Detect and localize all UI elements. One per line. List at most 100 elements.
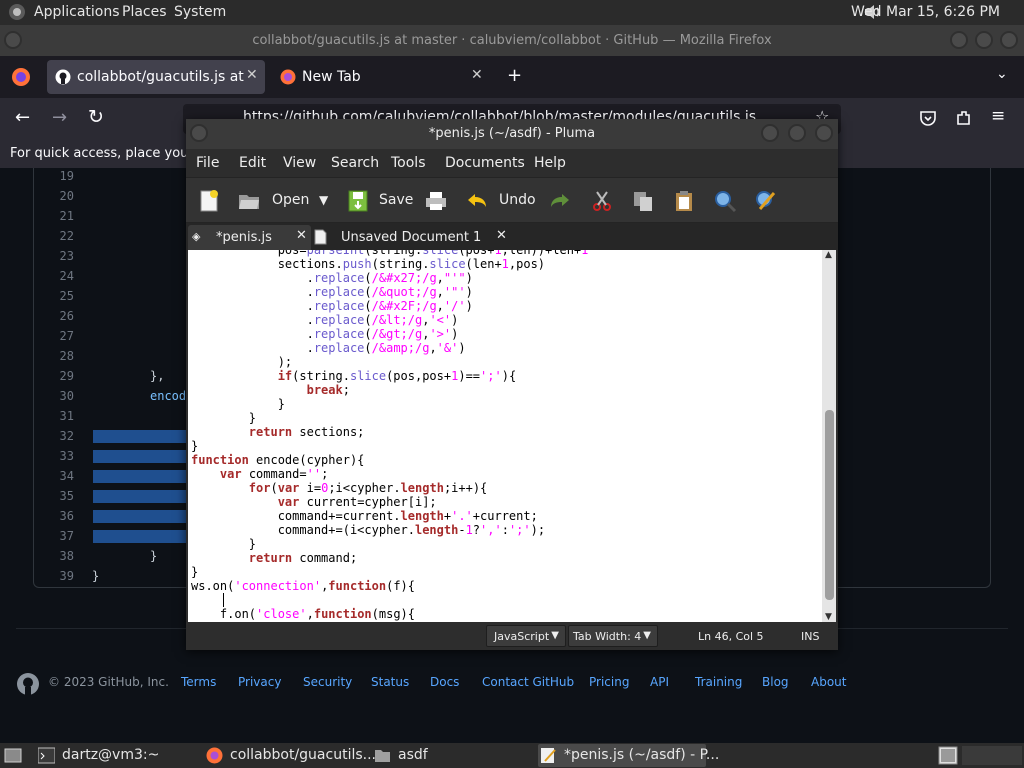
scroll-down-arrow-icon[interactable]: ▼ bbox=[825, 612, 832, 622]
close-window-button[interactable] bbox=[815, 124, 833, 142]
applications-menu[interactable]: Applications bbox=[34, 4, 120, 20]
line-number[interactable]: 29 bbox=[38, 369, 74, 383]
scrollbar-thumb[interactable] bbox=[825, 410, 834, 600]
tab-github[interactable]: collabbot/guacutils.js at mas ✕ bbox=[47, 60, 265, 94]
line-number[interactable]: 33 bbox=[38, 449, 74, 463]
footer-link-privacy[interactable]: Privacy bbox=[238, 675, 281, 689]
line-number[interactable]: 35 bbox=[38, 489, 74, 503]
doc-tab-penis-js[interactable]: ◈ *penis.js ✕ bbox=[188, 225, 311, 250]
code-line[interactable]: } bbox=[191, 397, 285, 411]
menu-edit[interactable]: Edit bbox=[239, 155, 266, 171]
code-line[interactable]: sections.push(string.slice(len+1,pos) bbox=[191, 257, 545, 271]
new-document-icon[interactable] bbox=[197, 189, 221, 213]
paste-icon[interactable] bbox=[672, 189, 696, 213]
footer-link-api[interactable]: API bbox=[650, 675, 669, 689]
line-number[interactable]: 32 bbox=[38, 429, 74, 443]
code-line[interactable]: f.on('close',function(msg){ bbox=[191, 607, 415, 621]
line-number[interactable]: 37 bbox=[38, 529, 74, 543]
line-number[interactable]: 39 bbox=[38, 569, 74, 583]
menu-help[interactable]: Help bbox=[534, 155, 566, 171]
forward-arrow-icon[interactable]: → bbox=[52, 107, 67, 128]
line-number[interactable]: 31 bbox=[38, 409, 74, 423]
close-window-button[interactable] bbox=[1000, 31, 1018, 49]
tab-width-selector[interactable]: Tab Width: 4 ▼ bbox=[568, 625, 658, 647]
text-editor-area[interactable]: pos=parseInt(string.slice(pos+1,len))+le… bbox=[188, 250, 822, 622]
code-line[interactable]: ); bbox=[191, 355, 292, 369]
line-number[interactable]: 34 bbox=[38, 469, 74, 483]
line-number[interactable]: 24 bbox=[38, 269, 74, 283]
code-line[interactable]: .replace(/&lt;/g,'<') bbox=[191, 313, 459, 327]
code-line[interactable]: .replace(/&gt;/g,'>') bbox=[191, 327, 459, 341]
places-menu[interactable]: Places bbox=[122, 4, 167, 20]
close-tab-icon[interactable]: ✕ bbox=[471, 67, 483, 83]
line-number[interactable]: 20 bbox=[38, 189, 74, 203]
footer-link-about[interactable]: About bbox=[811, 675, 846, 689]
code-line[interactable]: command+=(i<cypher.length-1?',':';'); bbox=[191, 523, 545, 537]
line-number[interactable]: 36 bbox=[38, 509, 74, 523]
find-icon[interactable] bbox=[713, 189, 737, 213]
show-desktop-icon[interactable] bbox=[4, 747, 22, 764]
code-line[interactable]: } bbox=[191, 439, 198, 453]
find-replace-icon[interactable] bbox=[754, 189, 778, 213]
line-number[interactable]: 23 bbox=[38, 249, 74, 263]
back-arrow-icon[interactable]: ← bbox=[15, 107, 30, 128]
applications-icon[interactable] bbox=[8, 3, 26, 21]
line-number[interactable]: 38 bbox=[38, 549, 74, 563]
maximize-button[interactable] bbox=[788, 124, 806, 142]
code-line[interactable]: } bbox=[191, 565, 198, 579]
taskbar-item-terminal[interactable]: dartz@vm3:~ bbox=[36, 744, 196, 767]
maximize-button[interactable] bbox=[975, 31, 993, 49]
workspace-switcher[interactable] bbox=[962, 746, 1022, 765]
taskbar-item-pluma[interactable]: *penis.js (~/asdf) - P... bbox=[538, 744, 719, 767]
open-recent-chevron-down-icon[interactable]: ▼ bbox=[319, 193, 328, 207]
code-line[interactable]: var current=cypher[i]; bbox=[191, 495, 437, 509]
menu-search[interactable]: Search bbox=[331, 155, 379, 171]
taskbar-item-folder[interactable]: asdf bbox=[372, 744, 532, 767]
code-line[interactable]: } bbox=[191, 411, 256, 425]
menu-documents[interactable]: Documents bbox=[445, 155, 525, 171]
list-tabs-chevron-icon[interactable]: ⌄ bbox=[996, 66, 1008, 82]
system-menu[interactable]: System bbox=[174, 4, 226, 20]
reload-icon[interactable]: ↻ bbox=[88, 106, 104, 128]
new-tab-plus-icon[interactable]: + bbox=[507, 65, 522, 86]
code-line[interactable]: } bbox=[191, 537, 256, 551]
footer-link-training[interactable]: Training bbox=[695, 675, 742, 689]
footer-link-status[interactable]: Status bbox=[371, 675, 409, 689]
footer-link-pricing[interactable]: Pricing bbox=[589, 675, 629, 689]
code-line[interactable]: function encode(cypher){ bbox=[191, 453, 364, 467]
menu-view[interactable]: View bbox=[283, 155, 316, 171]
line-number[interactable]: 30 bbox=[38, 389, 74, 403]
line-number[interactable]: 28 bbox=[38, 349, 74, 363]
language-selector[interactable]: JavaScript ▼ bbox=[486, 625, 566, 647]
line-number[interactable]: 25 bbox=[38, 289, 74, 303]
firefox-view-icon[interactable] bbox=[11, 67, 31, 87]
line-number[interactable]: 26 bbox=[38, 309, 74, 323]
code-line[interactable]: .replace(/&#x2F;/g,'/') bbox=[191, 299, 473, 313]
code-line[interactable]: break; bbox=[191, 383, 350, 397]
code-line[interactable]: return command; bbox=[191, 551, 357, 565]
tab-new-tab[interactable]: New Tab ✕ bbox=[272, 60, 494, 94]
code-line[interactable]: pos=parseInt(string.slice(pos+1,len))+le… bbox=[191, 250, 589, 257]
close-tab-icon[interactable]: ✕ bbox=[496, 228, 507, 243]
code-line[interactable]: .replace(/&#x27;/g,"'") bbox=[191, 271, 473, 285]
close-tab-icon[interactable]: ✕ bbox=[246, 67, 258, 83]
open-folder-icon[interactable] bbox=[237, 189, 261, 213]
code-line[interactable]: return sections; bbox=[191, 425, 365, 439]
cut-icon[interactable] bbox=[590, 189, 614, 213]
code-line[interactable]: command+=current.length+'.'+current; bbox=[191, 509, 538, 523]
workspace-switcher-icon[interactable] bbox=[938, 746, 958, 765]
print-icon[interactable] bbox=[424, 189, 448, 213]
footer-link-docs[interactable]: Docs bbox=[430, 675, 459, 689]
code-line[interactable]: ws.on('connection',function(f){ bbox=[191, 579, 415, 593]
copy-icon[interactable] bbox=[631, 189, 655, 213]
taskbar-item-firefox[interactable]: collabbot/guacutils.... bbox=[204, 744, 380, 767]
footer-link-terms[interactable]: Terms bbox=[181, 675, 216, 689]
extensions-icon[interactable] bbox=[955, 109, 973, 127]
minimize-button[interactable] bbox=[950, 31, 968, 49]
undo-button[interactable]: Undo bbox=[499, 192, 536, 208]
menu-file[interactable]: File bbox=[196, 155, 219, 171]
line-number[interactable]: 19 bbox=[38, 169, 74, 183]
hamburger-menu-icon[interactable]: ≡ bbox=[991, 106, 1005, 126]
undo-icon[interactable] bbox=[465, 189, 489, 213]
line-number[interactable]: 22 bbox=[38, 229, 74, 243]
